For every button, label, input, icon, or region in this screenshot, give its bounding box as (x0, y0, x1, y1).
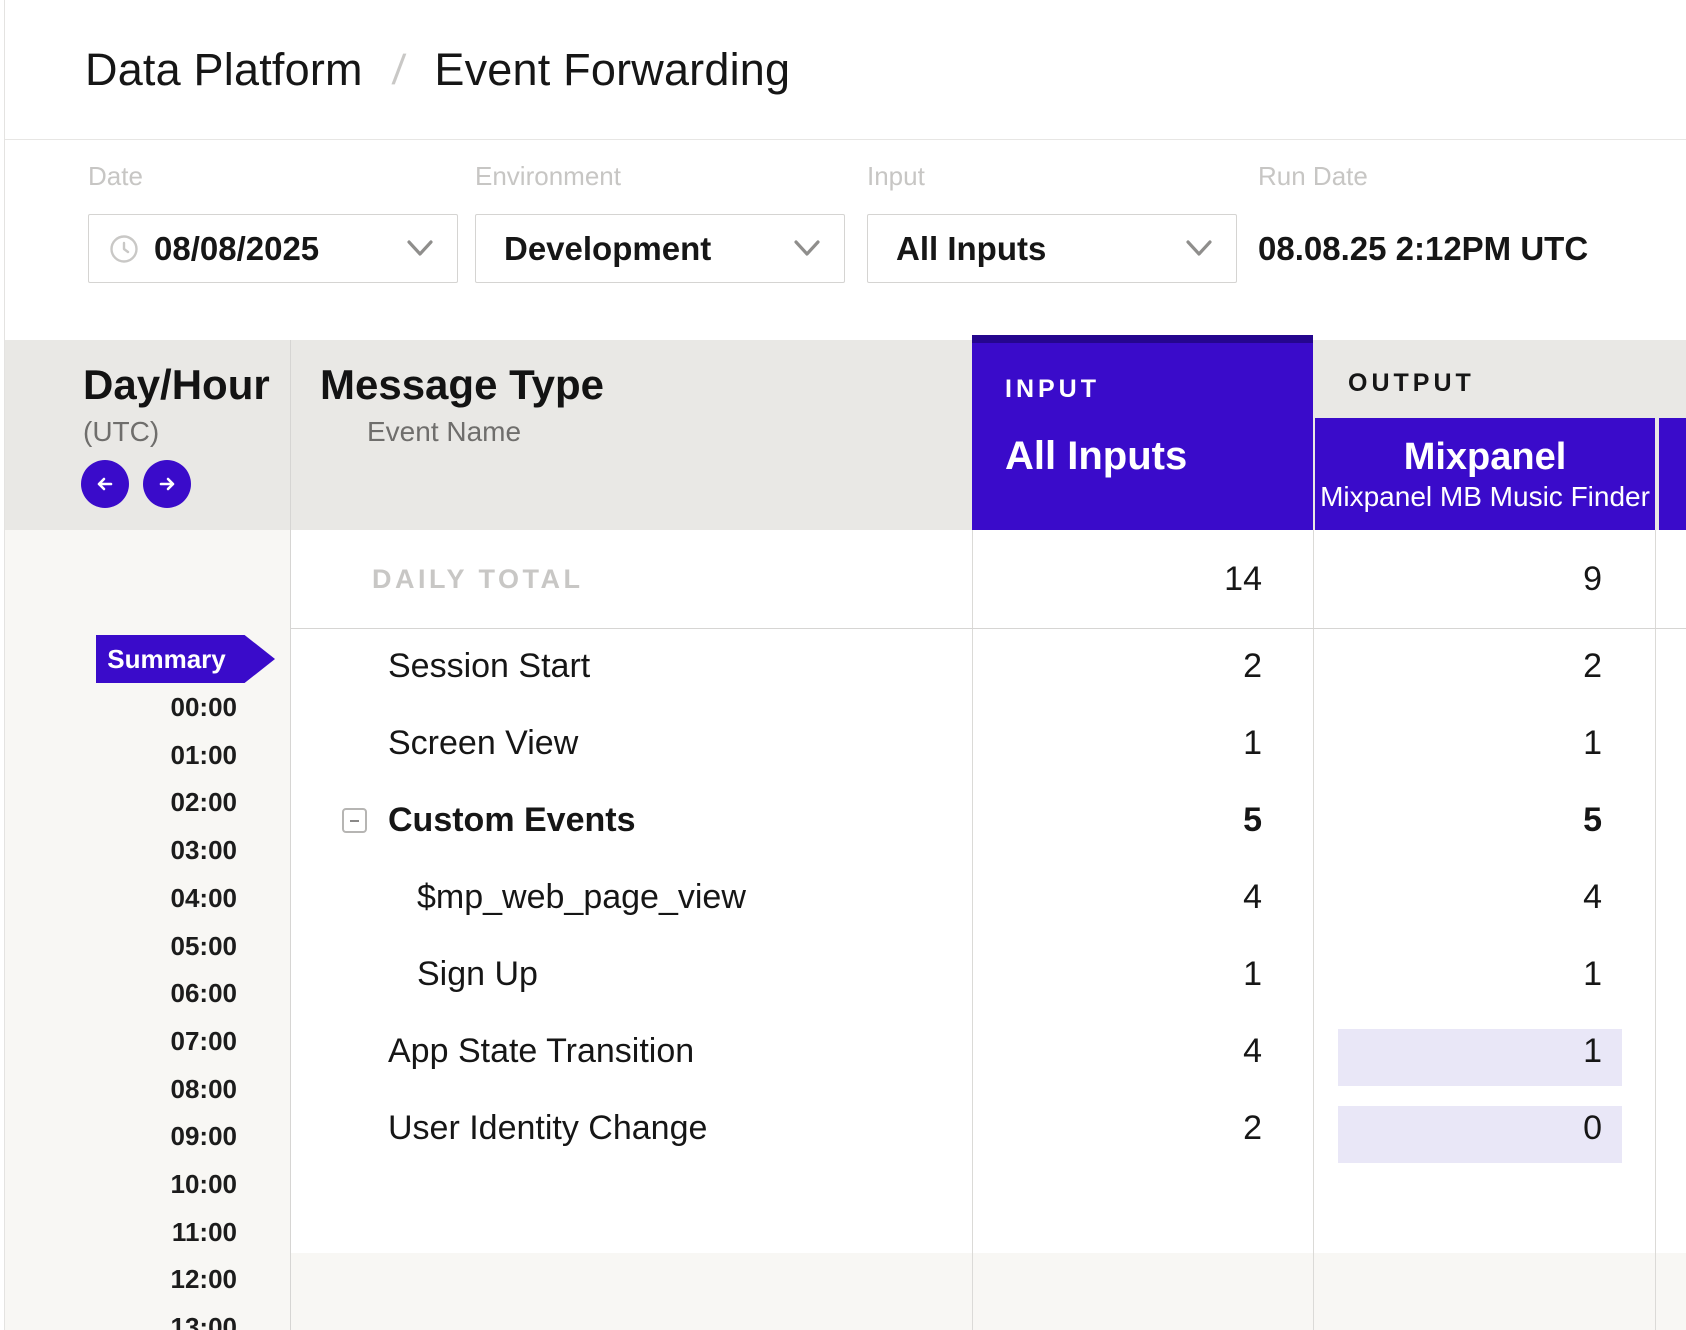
column-divider (1313, 530, 1314, 1330)
input-value-custom-events: 5 (1005, 782, 1262, 859)
daily-total-input-value: 14 (1005, 530, 1262, 628)
breadcrumb-item-event-forwarding[interactable]: Event Forwarding (434, 44, 790, 96)
environment-select-value: Development (504, 230, 780, 268)
clock-icon (109, 234, 139, 264)
input-column-title: All Inputs (1005, 434, 1313, 479)
message-type-column-subtitle: Event Name (367, 416, 521, 448)
row-label-screen-view: Screen View (388, 705, 578, 782)
row-label-custom-events: Custom Events (388, 782, 636, 859)
run-date-value: 08.08.25 2:12PM UTC (1258, 214, 1588, 283)
row-label-mp-web-page-view: $mp_web_page_view (417, 859, 746, 936)
hour-label-0200[interactable]: 02:00 (60, 778, 237, 826)
hour-label-0500[interactable]: 05:00 (60, 922, 237, 970)
hour-label-1200[interactable]: 12:00 (60, 1255, 237, 1303)
summary-row-badge[interactable]: Summary (96, 635, 275, 683)
hour-label-0600[interactable]: 06:00 (60, 969, 237, 1017)
input-value-session-start: 2 (1005, 628, 1262, 705)
output-column-subtitle: Mixpanel MB Music Finder (1320, 483, 1650, 511)
daily-total-label: DAILY TOTAL (372, 530, 584, 628)
hour-label-1000[interactable]: 10:00 (60, 1160, 237, 1208)
environment-select[interactable]: Development (475, 214, 845, 283)
input-select[interactable]: All Inputs (867, 214, 1237, 283)
input-value-screen-view: 1 (1005, 705, 1262, 782)
table-footer-band (291, 1253, 1686, 1330)
hour-label-0300[interactable]: 03:00 (60, 826, 237, 874)
input-value-sign-up: 1 (1005, 936, 1262, 1013)
page-left-border (4, 0, 5, 1330)
grid-body: DAILY TOTAL 14 9 Summary Session Start22… (5, 530, 1686, 1330)
hour-label-0100[interactable]: 01:00 (60, 731, 237, 779)
breadcrumb-item-data-platform[interactable]: Data Platform (85, 44, 363, 96)
minus-icon (350, 820, 359, 822)
input-section-label: INPUT (1005, 375, 1313, 404)
hour-label-1300[interactable]: 13:00 (60, 1303, 237, 1330)
hour-label-1100[interactable]: 11:00 (60, 1208, 237, 1256)
output-value-session-start: 2 (1345, 628, 1602, 705)
row-label-session-start: Session Start (388, 628, 590, 705)
output-value-sign-up: 1 (1345, 936, 1602, 1013)
output-column-title: Mixpanel (1404, 438, 1567, 476)
input-value-mp-web-page-view: 4 (1005, 859, 1262, 936)
hour-label-0800[interactable]: 08:00 (60, 1065, 237, 1113)
row-label-sign-up: Sign Up (417, 936, 538, 1013)
breadcrumb-separator: / (390, 46, 407, 94)
column-divider (1655, 530, 1656, 1330)
output-column-header-mixpanel[interactable]: Mixpanel Mixpanel MB Music Finder (1315, 418, 1655, 530)
message-type-column-title: Message Type (320, 362, 604, 408)
hour-label-0400[interactable]: 04:00 (60, 874, 237, 922)
row-label-user-identity-change: User Identity Change (388, 1090, 707, 1167)
date-select-value: 08/08/2025 (154, 230, 393, 268)
daily-total-output-value: 9 (1345, 530, 1602, 628)
hour-label-0000[interactable]: 00:00 (60, 683, 237, 731)
filter-bar: Date 08/08/2025 Environment Development … (5, 141, 1686, 340)
date-filter-label: Date (88, 161, 143, 192)
chevron-down-icon (405, 239, 435, 259)
grid-header: Day/Hour (UTC) Message Type Event Name I… (5, 340, 1686, 530)
collapse-expander-icon[interactable] (342, 808, 367, 833)
column-divider (290, 340, 291, 530)
chevron-down-icon (792, 239, 822, 259)
arrow-right-icon (153, 470, 181, 498)
day-pager (81, 460, 191, 508)
output-column-header-partial[interactable] (1659, 418, 1686, 530)
day-hour-column-title: Day/Hour (83, 362, 270, 408)
input-filter-label: Input (867, 161, 925, 192)
environment-filter-label: Environment (475, 161, 621, 192)
day-hour-column-subtitle: (UTC) (83, 416, 159, 448)
input-value-user-identity-change: 2 (1005, 1090, 1262, 1167)
breadcrumb: Data Platform / Event Forwarding (5, 0, 1686, 140)
column-divider (972, 530, 973, 1330)
date-select[interactable]: 08/08/2025 (88, 214, 458, 283)
input-column-header[interactable]: INPUT All Inputs (972, 335, 1313, 530)
chevron-down-icon (1184, 239, 1214, 259)
output-value-custom-events: 5 (1345, 782, 1602, 859)
previous-day-button[interactable] (81, 460, 129, 508)
input-value-app-state-transition: 4 (1005, 1013, 1262, 1090)
output-value-user-identity-change: 0 (1345, 1090, 1602, 1167)
output-section-label: OUTPUT (1348, 369, 1475, 398)
input-select-value: All Inputs (896, 230, 1172, 268)
hour-label-0900[interactable]: 09:00 (60, 1112, 237, 1160)
output-value-mp-web-page-view: 4 (1345, 859, 1602, 936)
output-value-screen-view: 1 (1345, 705, 1602, 782)
output-value-app-state-transition: 1 (1345, 1013, 1602, 1090)
row-label-app-state-transition: App State Transition (388, 1013, 694, 1090)
arrow-left-icon (91, 470, 119, 498)
hour-label-0700[interactable]: 07:00 (60, 1017, 237, 1065)
run-date-label: Run Date (1258, 161, 1368, 192)
page: Data Platform / Event Forwarding Date 08… (0, 0, 1686, 1330)
next-day-button[interactable] (143, 460, 191, 508)
